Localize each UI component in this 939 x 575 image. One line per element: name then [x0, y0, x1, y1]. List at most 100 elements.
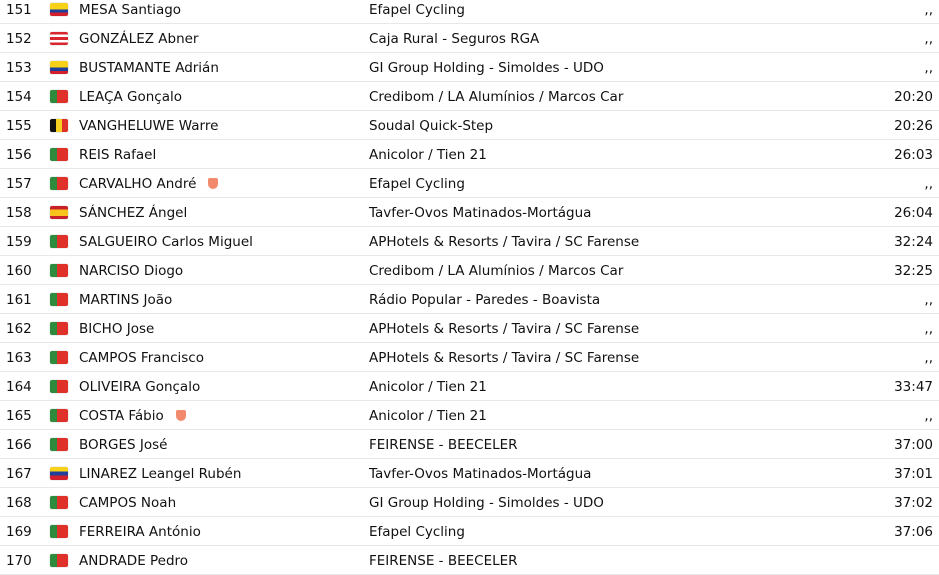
- rider-name-link[interactable]: SÁNCHEZ Ángel: [79, 205, 187, 221]
- team-link[interactable]: APHotels & Resorts / Tavira / SC Farense: [369, 350, 639, 366]
- table-row: 167 LINAREZ Leangel Rubén Tavfer-Ovos Ma…: [0, 459, 939, 488]
- time-gap: 37:02: [894, 495, 933, 511]
- rider-name-link[interactable]: REIS Rafael: [79, 147, 156, 163]
- rider-name: LEAÇA Gonçalo: [79, 89, 182, 105]
- table-row: 168 CAMPOS Noah GI Group Holding - Simol…: [0, 488, 939, 517]
- rank: 161: [6, 292, 32, 308]
- time-gap: ,,: [924, 292, 933, 308]
- shield-icon: [175, 410, 186, 421]
- table-row: 154 LEAÇA Gonçalo Credibom / LA Alumínio…: [0, 82, 939, 111]
- team-link[interactable]: Caja Rural - Seguros RGA: [369, 31, 539, 47]
- team-link[interactable]: Rádio Popular - Paredes - Boavista: [369, 292, 600, 308]
- time-gap: 32:24: [894, 234, 933, 250]
- portugal-flag-icon: [50, 496, 68, 509]
- team-link[interactable]: FEIRENSE - BEECELER: [369, 437, 518, 453]
- rider-name-link[interactable]: GONZÁLEZ Abner: [79, 31, 198, 47]
- table-row: 160 NARCISO Diogo Credibom / LA Alumínio…: [0, 256, 939, 285]
- rider-name-link[interactable]: VANGHELUWE Warre: [79, 118, 218, 134]
- rider-name: REIS Rafael: [79, 147, 157, 163]
- team-link[interactable]: Soudal Quick-Step: [369, 118, 493, 134]
- portugal-flag-icon: [50, 438, 68, 451]
- team-link[interactable]: Anicolor / Tien 21: [369, 147, 487, 163]
- rider-name-link[interactable]: CAMPOS Francisco: [79, 350, 204, 366]
- time-gap: 37:06: [894, 524, 933, 540]
- rider-name-link[interactable]: SALGUEIRO Carlos Miguel: [79, 234, 253, 250]
- time-gap: 37:00: [894, 437, 933, 453]
- results-list: 151 MESA Santiago Efapel Cycling ,, 152 G…: [0, 0, 939, 575]
- time-gap: ,,: [924, 31, 933, 47]
- rider-name: COSTA Fábio: [79, 408, 164, 424]
- rank: 164: [6, 379, 32, 395]
- rider-name-link[interactable]: MARTINS João: [79, 292, 172, 308]
- shield-icon: [208, 178, 219, 189]
- team-link[interactable]: GI Group Holding - Simoldes - UDO: [369, 60, 604, 76]
- team-link[interactable]: Anicolor / Tien 21: [369, 379, 487, 395]
- team-link[interactable]: Efapel Cycling: [369, 524, 465, 540]
- time-gap: 20:26: [894, 118, 933, 134]
- time-gap: ,,: [924, 408, 933, 424]
- team-link[interactable]: Efapel Cycling: [369, 2, 465, 18]
- table-row: 163 CAMPOS Francisco APHotels & Resorts …: [0, 343, 939, 372]
- portugal-flag-icon: [50, 148, 68, 161]
- rider-name-link[interactable]: LEAÇA Gonçalo: [79, 89, 182, 105]
- rider-name-link[interactable]: BUSTAMANTE Adrián: [79, 60, 219, 76]
- portugal-flag-icon: [50, 90, 68, 103]
- puerto-rico-flag-icon: [50, 32, 68, 45]
- rank: 163: [6, 350, 32, 366]
- time-gap: ,,: [924, 321, 933, 337]
- team-link[interactable]: Tavfer-Ovos Matinados-Mortágua: [369, 205, 591, 221]
- rider-name-link[interactable]: COSTA Fábio: [79, 408, 186, 424]
- table-row: 158 SÁNCHEZ Ángel Tavfer-Ovos Matinados-…: [0, 198, 939, 227]
- team-link[interactable]: GI Group Holding - Simoldes - UDO: [369, 495, 604, 511]
- team-link[interactable]: Efapel Cycling: [369, 176, 465, 192]
- rank: 165: [6, 408, 32, 424]
- rider-name: VANGHELUWE Warre: [79, 118, 219, 134]
- table-row: 161 MARTINS João Rádio Popular - Paredes…: [0, 285, 939, 314]
- rider-name-link[interactable]: OLIVEIRA Gonçalo: [79, 379, 200, 395]
- portugal-flag-icon: [50, 409, 68, 422]
- time-gap: 20:20: [894, 89, 933, 105]
- rider-name: MARTINS João: [79, 292, 173, 308]
- portugal-flag-icon: [50, 293, 68, 306]
- rider-name: NARCISO Diogo: [79, 263, 184, 279]
- team-link[interactable]: APHotels & Resorts / Tavira / SC Farense: [369, 234, 639, 250]
- rider-name: OLIVEIRA Gonçalo: [79, 379, 201, 395]
- team-link[interactable]: Credibom / LA Alumínios / Marcos Car: [369, 263, 623, 279]
- team-link[interactable]: Tavfer-Ovos Matinados-Mortágua: [369, 466, 591, 482]
- rank: 158: [6, 205, 32, 221]
- rider-name-link[interactable]: LINAREZ Leangel Rubén: [79, 466, 241, 482]
- rider-name-link[interactable]: MESA Santiago: [79, 2, 181, 18]
- rider-name: ANDRADE Pedro: [79, 553, 189, 569]
- team-link[interactable]: FEIRENSE - BEECELER: [369, 553, 518, 569]
- rank: 169: [6, 524, 32, 540]
- rider-name: BUSTAMANTE Adrián: [79, 60, 219, 76]
- portugal-flag-icon: [50, 264, 68, 277]
- table-row: 166 BORGES José FEIRENSE - BEECELER 37:0…: [0, 430, 939, 459]
- time-gap: ,,: [924, 60, 933, 76]
- time-gap: 32:25: [894, 263, 933, 279]
- rider-name-link[interactable]: CAMPOS Noah: [79, 495, 176, 511]
- rank: 170: [6, 553, 32, 569]
- rider-name-link[interactable]: CARVALHO André: [79, 176, 219, 192]
- table-row: 159 SALGUEIRO Carlos Miguel APHotels & R…: [0, 227, 939, 256]
- rider-name: SÁNCHEZ Ángel: [79, 205, 188, 221]
- rider-name-link[interactable]: ANDRADE Pedro: [79, 553, 188, 569]
- rank: 166: [6, 437, 32, 453]
- rank: 168: [6, 495, 32, 511]
- rider-name-link[interactable]: FERREIRA António: [79, 524, 201, 540]
- table-row: 170 ANDRADE Pedro FEIRENSE - BEECELER: [0, 546, 939, 575]
- rider-name-link[interactable]: NARCISO Diogo: [79, 263, 183, 279]
- portugal-flag-icon: [50, 525, 68, 538]
- rider-name: SALGUEIRO Carlos Miguel: [79, 234, 253, 250]
- rider-name-link[interactable]: BICHO Jose: [79, 321, 154, 337]
- portugal-flag-icon: [50, 380, 68, 393]
- time-gap: 37:01: [894, 466, 933, 482]
- team-link[interactable]: Credibom / LA Alumínios / Marcos Car: [369, 89, 623, 105]
- team-link[interactable]: Anicolor / Tien 21: [369, 408, 487, 424]
- table-row: 152 GONZÁLEZ Abner Caja Rural - Seguros …: [0, 24, 939, 53]
- rider-name: CAMPOS Francisco: [79, 350, 204, 366]
- rider-name-link[interactable]: BORGES José: [79, 437, 167, 453]
- table-row: 153 BUSTAMANTE Adrián GI Group Holding -…: [0, 53, 939, 82]
- rank: 162: [6, 321, 32, 337]
- team-link[interactable]: APHotels & Resorts / Tavira / SC Farense: [369, 321, 639, 337]
